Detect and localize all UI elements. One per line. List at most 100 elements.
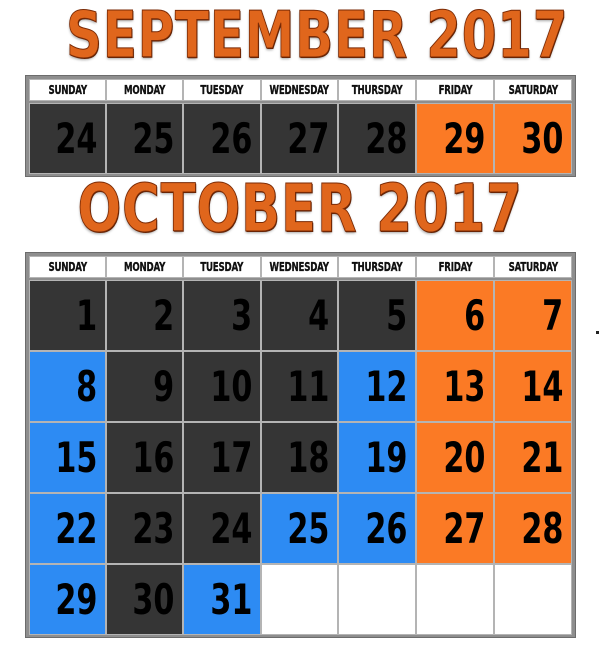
day-cell-oct-1: 1 [29,280,106,351]
day-number: 14 [520,361,563,411]
day-cell-oct-23: 23 [106,493,183,564]
day-number: 27 [442,503,485,553]
day-cell-oct-24: 24 [183,493,261,564]
day-cell-oct-26: 26 [338,493,416,564]
day-cell-oct-16: 16 [106,422,183,493]
stray-mark [596,331,599,334]
day-number: 30 [131,574,174,624]
day-number: 6 [463,290,485,340]
day-number: 29 [54,574,97,624]
day-cell-oct-15: 15 [29,422,106,493]
day-cell-oct-21: 21 [494,422,572,493]
day-number: 11 [286,361,329,411]
day-cell-oct-8: 8 [29,351,106,422]
day-cell-oct-5: 5 [338,280,416,351]
weekday-label: MONDAY [123,260,166,274]
day-number: 3 [230,290,252,340]
weekday-label: WEDNESDAY [269,83,330,97]
day-cell-oct-28: 28 [494,493,572,564]
weekday-label: THURSDAY [351,260,403,274]
day-cell-oct-25: 25 [261,493,338,564]
day-number: 28 [520,503,563,553]
day-number: 30 [520,113,563,163]
day-number: 27 [286,113,329,163]
day-number: 1 [75,290,97,340]
day-cell-oct-3: 3 [183,280,261,351]
weekday-label: THURSDAY [351,83,403,97]
day-number: 25 [286,503,329,553]
weekday-label: TUESDAY [200,83,244,97]
day-cell-oct-29: 29 [29,564,106,635]
day-number: 5 [385,290,407,340]
day-cell-oct-6: 6 [416,280,494,351]
day-cell-oct-20: 20 [416,422,494,493]
day-cell-oct-10: 10 [183,351,261,422]
day-cell-oct-30: 30 [106,564,183,635]
day-number: 22 [54,503,97,553]
day-number: 9 [152,361,174,411]
day-number: 24 [54,113,97,163]
weekday-header-thursday: THURSDAY [338,79,416,101]
day-cell-oct-19: 19 [338,422,416,493]
weekday-label: SATURDAY [508,83,558,97]
day-cell-oct-22: 22 [29,493,106,564]
day-number: 20 [442,432,485,482]
weekday-header-tuesday: TUESDAY [183,256,261,278]
september-title: SEPTEMBER 2017 [66,0,569,73]
weekday-header-friday: FRIDAY [416,256,494,278]
day-number: 23 [131,503,174,553]
day-cell-sep-28: 28 [338,103,416,174]
day-cell-oct-17: 17 [183,422,261,493]
weekday-header-monday: MONDAY [106,79,183,101]
empty-day-cell [338,564,416,635]
september-calendar-grid: SUNDAY MONDAY TUESDAY WEDNESDAY THURSDAY FRID… [25,75,576,177]
october-calendar-grid: SUNDAY MONDAY TUESDAY WEDNESDAY THURSDAY FRID… [25,252,576,638]
day-cell-oct-2: 2 [106,280,183,351]
day-cell-sep-29: 29 [416,103,494,174]
empty-day-cell [261,564,338,635]
day-cell-sep-27: 27 [261,103,338,174]
day-number: 17 [209,432,252,482]
day-number: 12 [364,361,407,411]
weekday-label: MONDAY [123,83,166,97]
weekday-label: FRIDAY [438,260,472,274]
day-number: 13 [442,361,485,411]
weekday-header-monday: MONDAY [106,256,183,278]
day-cell-oct-12: 12 [338,351,416,422]
day-cell-oct-27: 27 [416,493,494,564]
day-number: 31 [209,574,252,624]
day-cell-oct-18: 18 [261,422,338,493]
day-number: 28 [364,113,407,163]
weekday-label: FRIDAY [438,83,472,97]
day-number: 16 [131,432,174,482]
day-cell-oct-31: 31 [183,564,261,635]
day-number: 4 [307,290,329,340]
day-number: 24 [209,503,252,553]
weekday-header-thursday: THURSDAY [338,256,416,278]
weekday-header-saturday: SATURDAY [494,79,572,101]
weekday-header-tuesday: TUESDAY [183,79,261,101]
weekday-label: SUNDAY [48,260,87,274]
day-number: 2 [152,290,174,340]
weekday-header-sunday: SUNDAY [29,256,106,278]
day-number: 25 [131,113,174,163]
day-number: 10 [209,361,252,411]
day-cell-sep-24: 24 [29,103,106,174]
day-number: 29 [442,113,485,163]
weekday-header-friday: FRIDAY [416,79,494,101]
weekday-header-saturday: SATURDAY [494,256,572,278]
weekday-label: SUNDAY [48,83,87,97]
empty-day-cell [416,564,494,635]
weekday-label: WEDNESDAY [269,260,330,274]
weekday-header-wednesday: WEDNESDAY [261,256,338,278]
day-cell-oct-4: 4 [261,280,338,351]
day-cell-sep-30: 30 [494,103,572,174]
day-number: 15 [54,432,97,482]
weekday-header-sunday: SUNDAY [29,79,106,101]
day-number: 18 [286,432,329,482]
october-title: OCTOBER 2017 [77,170,523,247]
day-number: 19 [364,432,407,482]
day-cell-oct-14: 14 [494,351,572,422]
day-number: 7 [541,290,563,340]
empty-day-cell [494,564,572,635]
